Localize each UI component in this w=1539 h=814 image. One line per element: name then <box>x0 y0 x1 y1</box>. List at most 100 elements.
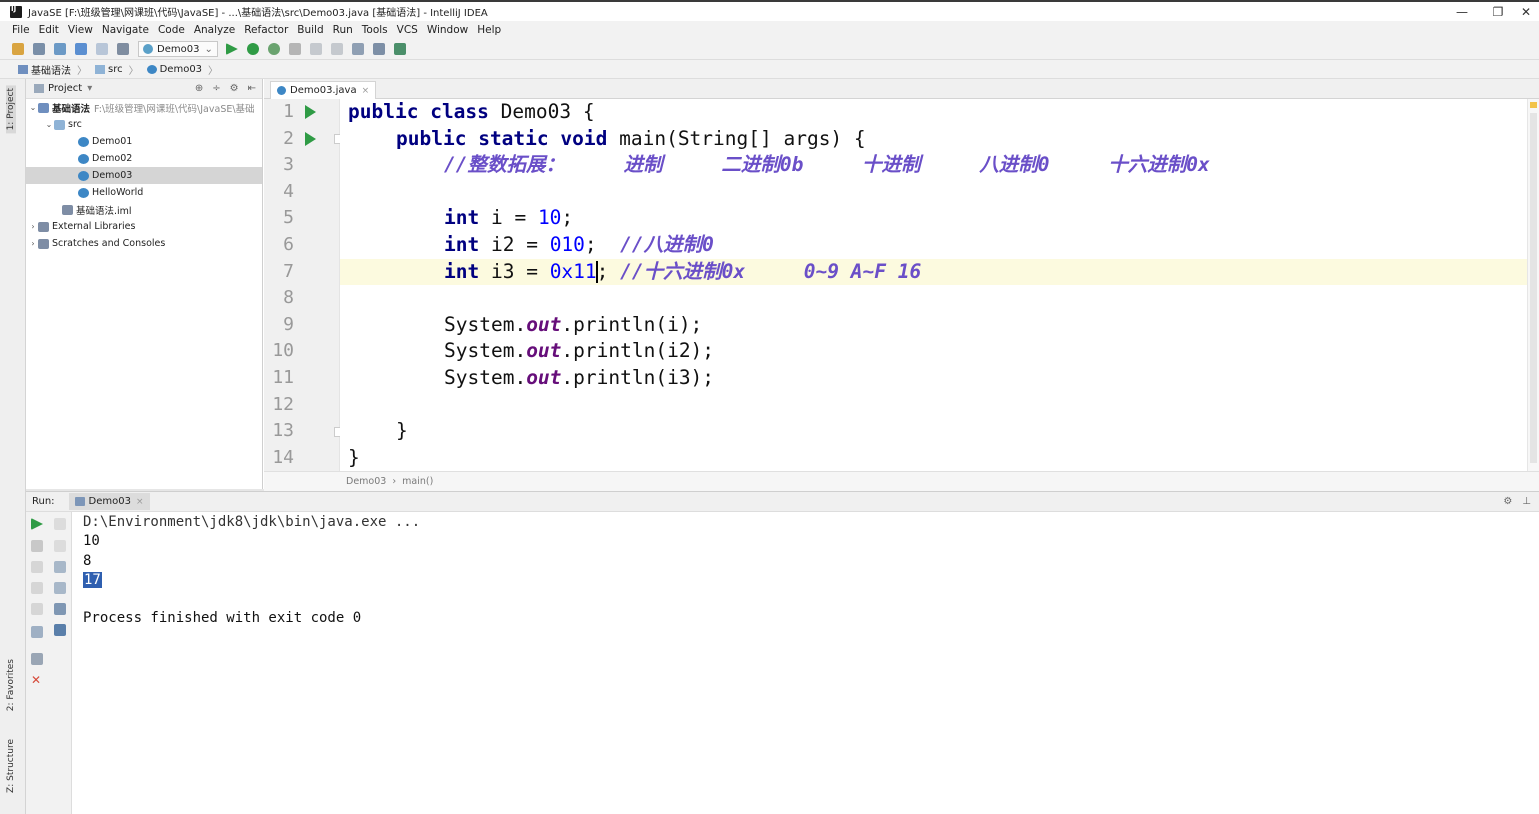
soft-wrap-icon[interactable] <box>54 561 66 573</box>
menu-run[interactable]: Run <box>333 24 353 36</box>
menu-edit[interactable]: Edit <box>39 24 59 36</box>
project-view-select[interactable]: Project <box>48 83 82 94</box>
pin-icon[interactable] <box>31 653 43 665</box>
structure-tool-tab[interactable]: Z: Structure <box>6 739 16 793</box>
nav-crumb-class[interactable]: Demo03 〉 <box>146 62 218 77</box>
tree-item-label: Demo02 <box>92 153 133 164</box>
back-arrow-icon[interactable] <box>75 43 87 55</box>
code-editor[interactable]: public class Demo03 { public static void… <box>340 99 1527 471</box>
menu-file[interactable]: File <box>12 24 30 36</box>
chevron-down-icon[interactable]: ▾ <box>87 83 92 94</box>
menu-code[interactable]: Code <box>158 24 185 36</box>
collapsed-arrow-icon[interactable]: › <box>28 222 38 231</box>
menu-analyze[interactable]: Analyze <box>194 24 235 36</box>
tree-item-demo01[interactable]: Demo01 <box>26 133 262 150</box>
console-output[interactable]: D:\Environment\jdk8\jdk\bin\java.exe ...… <box>72 512 1539 814</box>
title-bar: JavaSE [F:\班级管理\网课班\代码\JavaSE] - ...\基础语… <box>0 0 1539 21</box>
tree-item-iml[interactable]: 基础语法.iml <box>26 201 262 218</box>
tree-item-demo03[interactable]: Demo03 <box>26 167 262 184</box>
nav-crumb-module[interactable]: 基础语法 〉 <box>18 62 87 77</box>
build-project-icon[interactable] <box>117 43 129 55</box>
hide-panel-icon[interactable]: ⇤ <box>248 83 256 94</box>
minimize-button[interactable]: — <box>1442 2 1482 21</box>
breadcrumb-class[interactable]: Demo03 <box>346 476 386 487</box>
run-main-gutter-icon[interactable] <box>305 131 316 146</box>
open-folder-icon[interactable] <box>12 43 24 55</box>
breadcrumb-method[interactable]: main() <box>402 476 433 487</box>
stop-icon[interactable] <box>31 540 43 552</box>
synchronize-icon[interactable] <box>54 43 66 55</box>
code-text: .println(i2); <box>561 339 715 363</box>
line-number: 12 <box>272 393 294 415</box>
dump-threads-icon[interactable] <box>31 582 43 594</box>
hide-panel-icon[interactable]: ⊥ <box>1522 496 1531 507</box>
exit-icon[interactable] <box>31 603 43 615</box>
coverage-icon[interactable] <box>267 43 280 55</box>
scrollbar-thumb[interactable] <box>1530 113 1537 463</box>
forward-arrow-icon[interactable] <box>96 43 108 55</box>
print-icon[interactable] <box>54 603 66 615</box>
favorites-tool-tab[interactable]: 2: Favorites <box>6 659 16 711</box>
tree-item-src[interactable]: ⌄ src <box>26 116 262 133</box>
tree-item-label: 基础语法.iml <box>76 205 132 217</box>
main-toolbar: Demo03 ⌄ <box>0 39 1539 60</box>
expanded-arrow-icon[interactable]: ⌄ <box>44 120 54 129</box>
close-icon[interactable]: × <box>136 497 144 507</box>
folder-icon <box>95 64 105 74</box>
debug-icon[interactable] <box>246 43 259 55</box>
scroll-to-end-icon[interactable] <box>54 582 66 594</box>
menu-navigate[interactable]: Navigate <box>102 24 149 36</box>
menu-help[interactable]: Help <box>477 24 501 36</box>
tree-item-external-libraries[interactable]: › External Libraries <box>26 218 262 235</box>
tree-item-scratches[interactable]: › Scratches and Consoles <box>26 235 262 252</box>
project-structure-icon[interactable] <box>330 43 343 55</box>
down-arrow-icon[interactable] <box>54 540 66 552</box>
run-icon[interactable] <box>225 43 238 55</box>
warning-marker[interactable] <box>1530 102 1537 108</box>
up-arrow-icon[interactable] <box>54 518 66 530</box>
editor-gutter[interactable]: 1 2 3 4 5 6 7 8 9 10 11 12 13 14 <box>264 99 344 471</box>
static-field: out <box>526 339 562 363</box>
run-tab-demo03[interactable]: Demo03 × <box>68 493 150 510</box>
editor-scrollbar[interactable] <box>1527 99 1539 471</box>
close-run-icon[interactable]: ✕ <box>31 674 43 686</box>
project-tool-tab[interactable]: 1: Project <box>6 85 16 134</box>
code-text: System. <box>444 366 527 389</box>
run-config-label: Demo03 <box>157 43 200 55</box>
menu-view[interactable]: View <box>68 24 93 36</box>
nav-crumb-src[interactable]: src 〉 <box>95 62 139 77</box>
menu-tools[interactable]: Tools <box>362 24 388 36</box>
build-artifact-icon[interactable] <box>309 43 322 55</box>
editor-tab-demo03[interactable]: Demo03.java × <box>270 81 377 99</box>
run-class-gutter-icon[interactable] <box>305 105 316 119</box>
menu-window[interactable]: Window <box>427 24 468 36</box>
tree-item-demo02[interactable]: Demo02 <box>26 150 262 167</box>
save-all-icon[interactable] <box>33 43 45 55</box>
gear-icon[interactable]: ⚙ <box>1503 496 1512 507</box>
collapsed-arrow-icon[interactable]: › <box>28 239 38 248</box>
close-window-button[interactable]: ✕ <box>1506 2 1539 21</box>
vcs-icon[interactable] <box>351 43 364 55</box>
restore-layout-icon[interactable] <box>31 626 43 638</box>
rerun-icon[interactable] <box>31 518 43 530</box>
pause-icon[interactable] <box>31 561 43 573</box>
collapse-all-icon[interactable]: ÷ <box>212 83 220 94</box>
expanded-arrow-icon[interactable]: ⌄ <box>28 103 38 112</box>
menu-refactor[interactable]: Refactor <box>244 24 288 36</box>
settings-icon[interactable] <box>372 43 385 55</box>
locate-icon[interactable]: ⊕ <box>195 83 203 94</box>
line-number: 7 <box>283 260 294 282</box>
menu-vcs[interactable]: VCS <box>397 24 418 36</box>
run-configuration-select[interactable]: Demo03 ⌄ <box>138 41 218 57</box>
line-number: 9 <box>283 313 294 335</box>
tree-item-helloworld[interactable]: HelloWorld <box>26 184 262 201</box>
class-icon <box>146 64 157 74</box>
clear-all-icon[interactable] <box>54 624 66 636</box>
close-icon[interactable]: × <box>362 86 370 96</box>
stop-icon[interactable] <box>288 43 301 55</box>
gear-icon[interactable]: ⚙ <box>230 83 239 94</box>
sdk-icon[interactable] <box>393 43 406 55</box>
tree-item-module[interactable]: ⌄ 基础语法 F:\班级管理\网课班\代码\JavaSE\基础 <box>26 99 262 116</box>
menu-build[interactable]: Build <box>297 24 323 36</box>
